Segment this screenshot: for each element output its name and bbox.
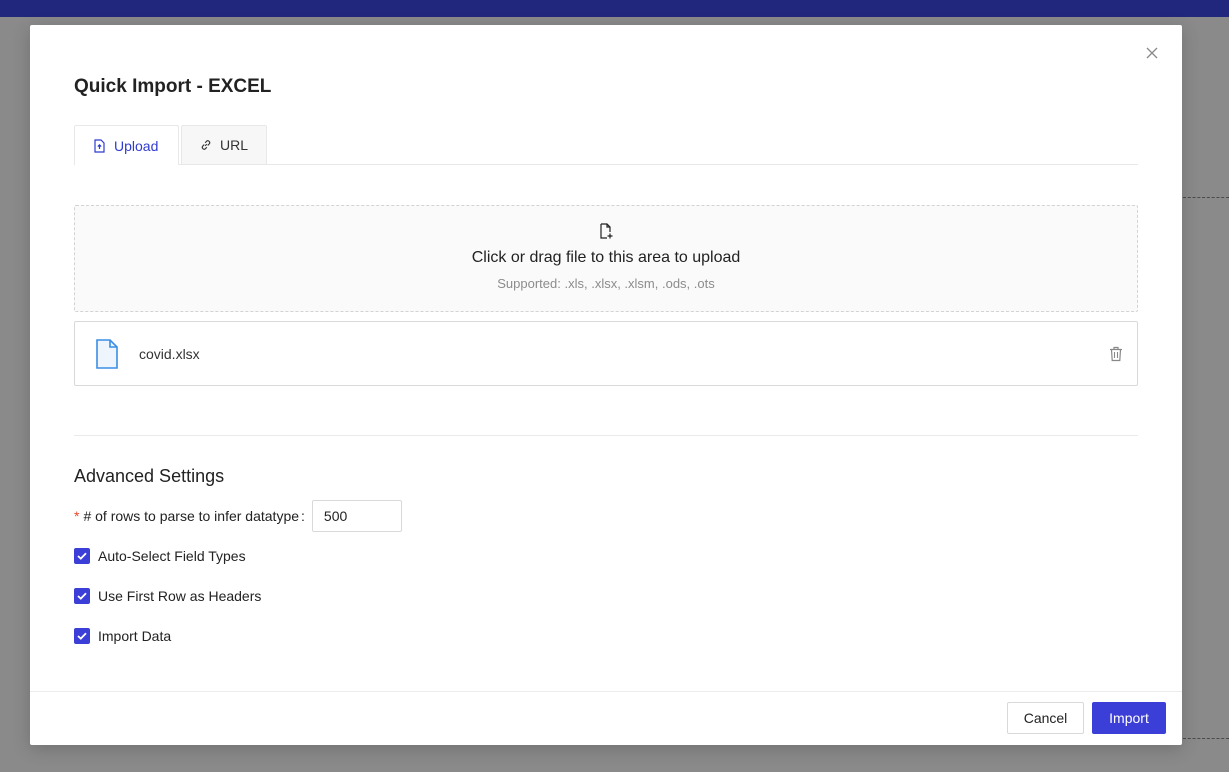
rows-to-parse-input[interactable] bbox=[311, 500, 402, 532]
file-icon bbox=[96, 339, 118, 369]
tab-url-label: URL bbox=[219, 137, 248, 153]
modal-footer: Cancel Import bbox=[30, 691, 1182, 745]
checkbox-label: Use First Row as Headers bbox=[98, 588, 262, 604]
link-icon bbox=[201, 140, 211, 150]
label-colon: : bbox=[301, 508, 305, 524]
trash-icon[interactable] bbox=[1109, 346, 1123, 362]
checkbox-checked-icon[interactable] bbox=[74, 628, 90, 644]
rows-to-parse-field: * # of rows to parse to infer datatype : bbox=[74, 500, 402, 532]
tab-upload[interactable]: Upload bbox=[74, 125, 179, 165]
checkbox-checked-icon[interactable] bbox=[74, 588, 90, 604]
tab-upload-label: Upload bbox=[114, 137, 159, 154]
file-add-icon bbox=[600, 223, 613, 239]
required-mark: * bbox=[74, 508, 80, 524]
top-nav-bar bbox=[0, 0, 1229, 17]
uploaded-file-item: covid.xlsx bbox=[74, 321, 1138, 386]
rows-to-parse-label: # of rows to parse to infer datatype bbox=[83, 508, 300, 524]
checkbox-checked-icon[interactable] bbox=[74, 548, 90, 564]
close-button[interactable] bbox=[1142, 43, 1162, 63]
import-button[interactable]: Import bbox=[1092, 702, 1166, 734]
upload-dropzone[interactable]: Click or drag file to this area to uploa… bbox=[74, 205, 1138, 312]
section-divider bbox=[74, 435, 1138, 436]
upload-file-icon bbox=[94, 138, 105, 153]
import-tabs: Upload URL bbox=[74, 125, 1138, 165]
dropzone-text: Click or drag file to this area to uploa… bbox=[471, 249, 741, 266]
checkbox-auto-select-field-types[interactable]: Auto-Select Field Types bbox=[74, 545, 246, 567]
checkbox-use-first-row-as-headers[interactable]: Use First Row as Headers bbox=[74, 585, 261, 607]
checkbox-import-data[interactable]: Import Data bbox=[74, 625, 171, 647]
background-divider bbox=[1183, 197, 1229, 198]
checkbox-label: Auto-Select Field Types bbox=[98, 548, 246, 564]
modal-title: Quick Import - EXCEL bbox=[74, 76, 272, 97]
advanced-settings-title: Advanced Settings bbox=[74, 466, 225, 486]
dropzone-hint: Supported: .xls, .xlsx, .xlsm, .ods, .ot… bbox=[497, 276, 715, 291]
file-name: covid.xlsx bbox=[139, 346, 200, 362]
close-icon bbox=[1146, 47, 1158, 59]
background-divider bbox=[1183, 738, 1229, 739]
tab-url[interactable]: URL bbox=[181, 125, 267, 164]
quick-import-modal: Quick Import - EXCEL Upload URL Click or… bbox=[30, 25, 1182, 745]
cancel-button[interactable]: Cancel bbox=[1007, 702, 1084, 734]
checkbox-label: Import Data bbox=[98, 628, 172, 644]
